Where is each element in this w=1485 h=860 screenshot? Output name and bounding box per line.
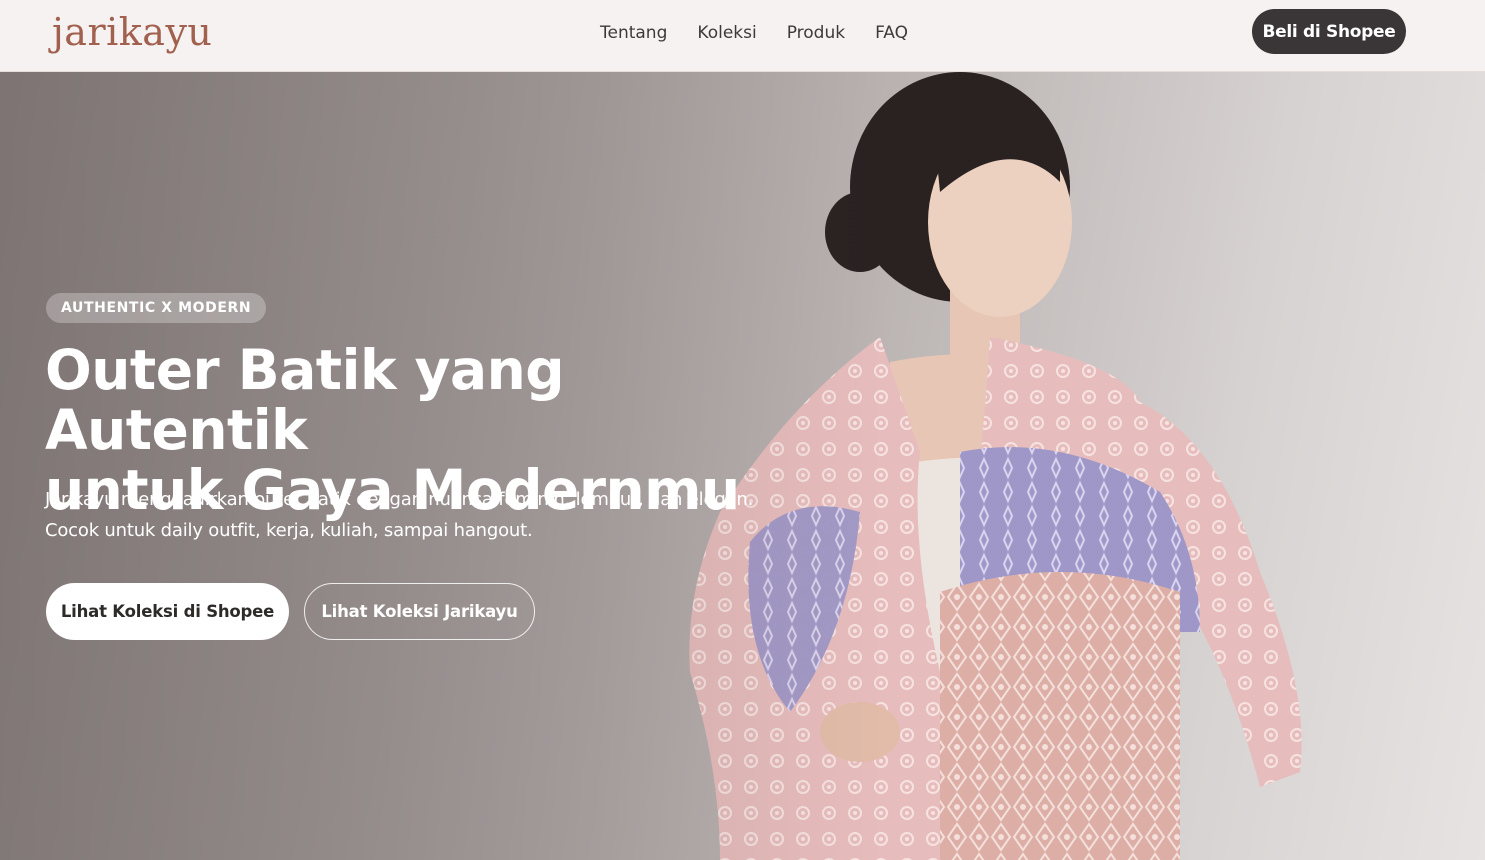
view-collection-jarikayu-button[interactable]: Lihat Koleksi Jarikayu	[304, 583, 535, 640]
buy-on-shopee-button[interactable]: Beli di Shopee	[1252, 9, 1406, 54]
brand-logo[interactable]: jarikayu	[52, 10, 212, 54]
view-collection-shopee-button[interactable]: Lihat Koleksi di Shopee	[46, 583, 289, 640]
nav-link-faq[interactable]: FAQ	[875, 22, 908, 44]
hero-title-line-1: Outer Batik yang Autentik	[45, 338, 565, 462]
main-nav: Tentang Koleksi Produk FAQ	[600, 22, 908, 44]
nav-link-produk[interactable]: Produk	[787, 22, 845, 44]
hero-description: Jarikayu menghadirkan outer batik dengan…	[45, 484, 805, 546]
hero-description-line-1: Jarikayu menghadirkan outer batik dengan…	[45, 489, 754, 510]
nav-link-koleksi[interactable]: Koleksi	[697, 22, 756, 44]
site-header: jarikayu Tentang Koleksi Produk FAQ Beli…	[0, 0, 1485, 72]
hero-description-line-2: Cocok untuk daily outfit, kerja, kuliah,…	[45, 520, 533, 541]
nav-link-tentang[interactable]: Tentang	[600, 22, 667, 44]
hero-badge: AUTHENTIC X MODERN	[46, 293, 267, 323]
hero-section: AUTHENTIC X MODERN Outer Batik yang Aute…	[0, 72, 1485, 860]
